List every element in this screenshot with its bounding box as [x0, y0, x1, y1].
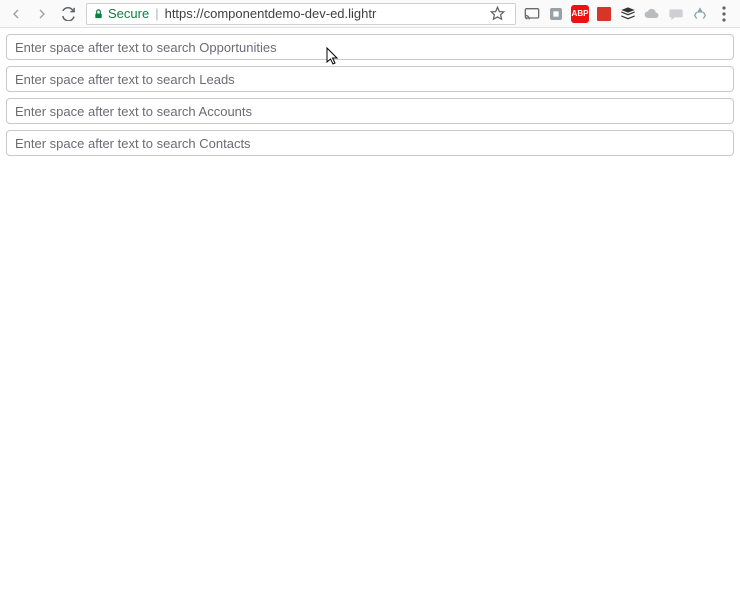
reload-button[interactable] — [56, 2, 80, 26]
lock-icon — [93, 8, 104, 20]
secure-label: Secure — [108, 6, 149, 21]
extension-icons: ABP — [522, 4, 736, 24]
speech-icon[interactable] — [666, 4, 686, 24]
search-leads-input[interactable] — [6, 66, 734, 92]
search-opportunities-input[interactable] — [6, 34, 734, 60]
recycle-icon[interactable] — [690, 4, 710, 24]
lastpass-icon[interactable] — [594, 4, 614, 24]
bookmark-star-icon[interactable] — [485, 3, 509, 25]
browser-toolbar: Secure | https://componentdemo-dev-ed.li… — [0, 0, 740, 28]
extension-icon[interactable] — [546, 4, 566, 24]
forward-button[interactable] — [30, 2, 54, 26]
buffer-icon[interactable] — [618, 4, 638, 24]
url-text: https://componentdemo-dev-ed.lightr — [165, 6, 481, 21]
page-content — [0, 28, 740, 168]
chrome-menu-icon[interactable] — [714, 4, 734, 24]
address-bar[interactable]: Secure | https://componentdemo-dev-ed.li… — [86, 3, 516, 25]
back-button[interactable] — [4, 2, 28, 26]
cloud-icon[interactable] — [642, 4, 662, 24]
adblock-icon[interactable]: ABP — [570, 4, 590, 24]
cast-icon[interactable] — [522, 4, 542, 24]
search-accounts-input[interactable] — [6, 98, 734, 124]
address-separator: | — [153, 6, 160, 21]
search-contacts-input[interactable] — [6, 130, 734, 156]
